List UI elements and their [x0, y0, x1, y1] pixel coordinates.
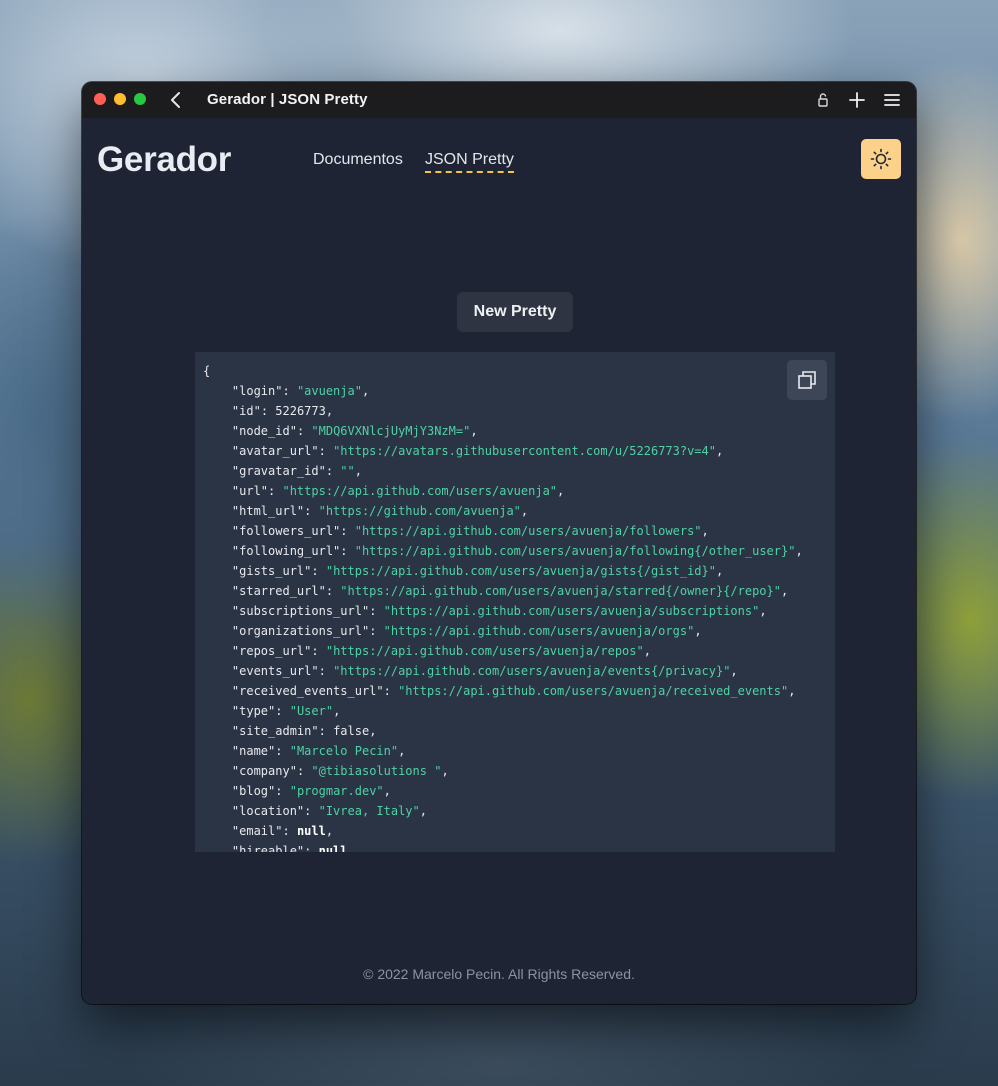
json-line: "name": "Marcelo Pecin", [231, 744, 406, 758]
json-key: "id" [231, 404, 261, 418]
json-key: "blog" [231, 784, 276, 798]
zoom-window-button[interactable] [134, 93, 146, 105]
json-string-value: "https://api.github.com/users/avuenja/fo… [354, 524, 702, 538]
json-string-value: "https://api.github.com/users/avuenja/or… [383, 624, 695, 638]
json-key: "site_admin" [231, 724, 319, 738]
json-line: "location": "Ivrea, Italy", [231, 804, 427, 818]
json-line: "events_url": "https://api.github.com/us… [231, 664, 738, 678]
json-line: "email": null, [231, 824, 334, 838]
json-key: "hireable" [231, 844, 305, 852]
json-brace: { [203, 364, 211, 378]
hamburger-menu-icon[interactable] [882, 90, 902, 110]
json-output-panel[interactable]: { "login": "avuenja", "id": 5226773, "no… [195, 352, 835, 852]
json-code-block: { "login": "avuenja", "id": 5226773, "no… [195, 352, 835, 852]
json-key: "html_url" [231, 504, 305, 518]
json-line: "avatar_url": "https://avatars.githubuse… [231, 444, 724, 458]
json-string-value: "MDQ6VXNlcjUyMjY3NzM=" [311, 424, 471, 438]
back-arrow-icon[interactable] [168, 90, 184, 110]
json-key: "type" [231, 704, 276, 718]
lock-icon[interactable] [813, 90, 833, 110]
json-key: "avatar_url" [231, 444, 319, 458]
json-line: "site_admin": false, [231, 724, 377, 738]
json-line: "followers_url": "https://api.github.com… [231, 524, 709, 538]
json-null-value: null [318, 844, 348, 852]
close-window-button[interactable] [94, 93, 106, 105]
json-key: "starred_url" [231, 584, 326, 598]
json-key: "location" [231, 804, 305, 818]
json-key: "subscriptions_url" [231, 604, 370, 618]
json-line: "html_url": "https://github.com/avuenja"… [231, 504, 529, 518]
json-string-value: "Ivrea, Italy" [318, 804, 420, 818]
json-key: "events_url" [231, 664, 319, 678]
nav-link-json-pretty[interactable]: JSON Pretty [425, 151, 514, 173]
json-key: "received_events_url" [231, 684, 384, 698]
json-line: "blog": "progmar.dev", [231, 784, 391, 798]
copy-button[interactable] [787, 360, 827, 400]
site-header: Gerador Documentos JSON Pretty [82, 118, 916, 198]
footer-copyright: © 2022 Marcelo Pecin. All Rights Reserve… [363, 966, 635, 982]
json-key: "gravatar_id" [231, 464, 326, 478]
json-string-value: "https://api.github.com/users/avuenja/gi… [325, 564, 716, 578]
json-value: false [333, 724, 370, 738]
new-pretty-button[interactable]: New Pretty [457, 292, 573, 332]
copy-icon [798, 371, 816, 389]
json-line: "gravatar_id": "", [231, 464, 362, 478]
json-line: "gists_url": "https://api.github.com/use… [231, 564, 724, 578]
json-string-value: "https://api.github.com/users/avuenja/re… [325, 644, 644, 658]
json-string-value: "https://avatars.githubusercontent.com/u… [333, 444, 716, 458]
json-string-value: "https://api.github.com/users/avuenja/su… [383, 604, 760, 618]
json-key: "organizations_url" [231, 624, 370, 638]
json-line: "starred_url": "https://api.github.com/u… [231, 584, 789, 598]
theme-toggle-button[interactable] [861, 139, 901, 179]
json-line: "hireable": null, [203, 844, 355, 852]
json-key: "gists_url" [231, 564, 312, 578]
nav-link-documentos[interactable]: Documentos [313, 151, 403, 171]
json-string-value: "https://api.github.com/users/avuenja/st… [340, 584, 781, 598]
json-string-value: "Marcelo Pecin" [289, 744, 399, 758]
json-string-value: "progmar.dev" [289, 784, 384, 798]
minimize-window-button[interactable] [114, 93, 126, 105]
window-title: Gerador | JSON Pretty [207, 91, 368, 108]
json-line: "id": 5226773, [231, 404, 334, 418]
title-bar: Gerador | JSON Pretty [82, 82, 916, 118]
json-line: "url": "https://api.github.com/users/avu… [231, 484, 565, 498]
json-line: "node_id": "MDQ6VXNlcjUyMjY3NzM=", [231, 424, 478, 438]
json-string-value: "https://api.github.com/users/avuenja/re… [398, 684, 789, 698]
browser-window: Gerador | JSON Pretty Gerador Documentos… [82, 82, 916, 1004]
site-logo[interactable]: Gerador [97, 140, 231, 180]
json-line: "repos_url": "https://api.github.com/use… [231, 644, 651, 658]
json-key: "name" [231, 744, 276, 758]
json-key: "node_id" [231, 424, 297, 438]
json-string-value: "https://api.github.com/users/avuenja/ev… [333, 664, 731, 678]
new-tab-plus-icon[interactable] [847, 90, 867, 110]
json-line: "login": "avuenja", [231, 384, 370, 398]
json-key: "login" [231, 384, 283, 398]
json-string-value: "https://api.github.com/users/avuenja" [282, 484, 558, 498]
json-line: "received_events_url": "https://api.gith… [231, 684, 796, 698]
json-line: "company": "@tibiasolutions ", [231, 764, 449, 778]
json-key: "repos_url" [231, 644, 312, 658]
json-string-value: "https://github.com/avuenja" [318, 504, 521, 518]
json-key: "following_url" [231, 544, 341, 558]
json-string-value: "https://api.github.com/users/avuenja/fo… [354, 544, 796, 558]
json-key: "url" [231, 484, 269, 498]
json-line: "type": "User", [231, 704, 341, 718]
json-key: "email" [231, 824, 283, 838]
json-null-value: null [296, 824, 326, 838]
json-string-value: "avuenja" [296, 384, 362, 398]
json-key: "company" [231, 764, 297, 778]
sun-icon [870, 148, 892, 170]
json-line: "following_url": "https://api.github.com… [231, 544, 803, 558]
json-value: 5226773 [275, 404, 326, 418]
json-key: "followers_url" [231, 524, 341, 538]
json-line: "organizations_url": "https://api.github… [231, 624, 702, 638]
json-string-value: "" [340, 464, 355, 478]
json-string-value: "User" [289, 704, 334, 718]
json-line: "subscriptions_url": "https://api.github… [231, 604, 767, 618]
json-string-value: "@tibiasolutions " [311, 764, 442, 778]
